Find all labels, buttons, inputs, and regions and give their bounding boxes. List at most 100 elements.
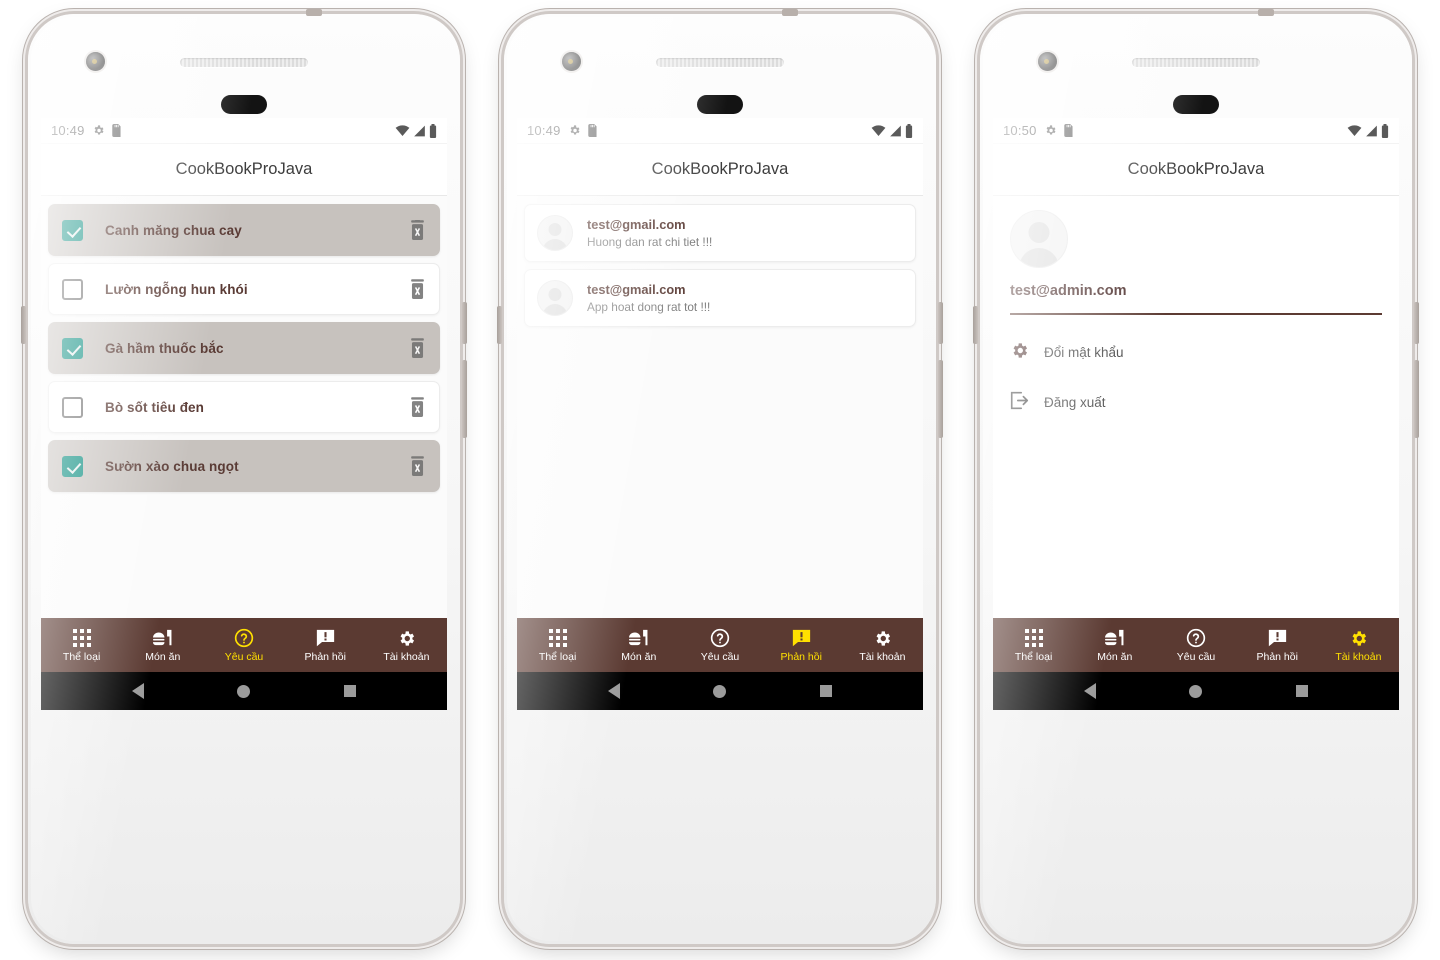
- delete-icon[interactable]: [408, 219, 427, 241]
- recipe-name: Sườn xào chua ngọt: [105, 458, 239, 474]
- status-clock: 10:49: [527, 123, 561, 138]
- back-icon[interactable]: [131, 683, 144, 699]
- recipe-row[interactable]: Gà hầm thuốc bắc: [48, 322, 440, 374]
- recents-icon[interactable]: [344, 685, 357, 697]
- home-icon[interactable]: [1189, 684, 1203, 698]
- status-clock: 10:50: [1003, 123, 1037, 138]
- front-camera-icon: [562, 52, 581, 71]
- phone-top-bezel: [28, 14, 460, 118]
- logout-icon: [1010, 391, 1029, 415]
- recipe-row[interactable]: Bò sốt tiêu đen: [48, 381, 440, 433]
- feedback-row[interactable]: test@gmail.com Huong dan rat chi tiet !!…: [524, 204, 916, 262]
- three-phone-mockup: 10:49 CookBookProJava Canh măng chua cay…: [0, 0, 1440, 960]
- nav-label: Phản hồi: [304, 651, 346, 664]
- gear-icon: [1010, 341, 1029, 365]
- app-bar: CookBookProJava: [517, 144, 923, 196]
- delete-icon[interactable]: [408, 396, 427, 418]
- nav-label: Tài khoản: [1335, 651, 1382, 664]
- nav-item-the-loai[interactable]: Thể loại: [41, 618, 122, 672]
- recipe-list: Canh măng chua cay Lườn ngỗng hun khói G…: [41, 196, 447, 492]
- burger-icon: [152, 627, 174, 649]
- sensor-pill: [221, 95, 267, 114]
- nav-item-phan-hoi[interactable]: Phản hồi: [1237, 618, 1318, 672]
- avatar: [1010, 210, 1068, 268]
- recipe-checkbox[interactable]: [62, 219, 83, 241]
- burger-icon: [1104, 627, 1126, 649]
- recents-icon[interactable]: [1296, 685, 1309, 697]
- phone-top-bezel: [504, 14, 936, 118]
- grid-icon: [72, 627, 91, 649]
- app-title: CookBookProJava: [1127, 160, 1265, 178]
- home-icon[interactable]: [713, 684, 727, 698]
- recipe-checkbox[interactable]: [62, 396, 83, 418]
- status-bar: 10:49: [41, 118, 447, 144]
- nav-item-phan-hoi[interactable]: Phản hồi: [761, 618, 842, 672]
- delete-icon[interactable]: [408, 278, 427, 300]
- feedback-row[interactable]: test@gmail.com App hoat dong rat tot !!!: [524, 269, 916, 327]
- phone-device-1: 10:49 CookBookProJava Canh măng chua cay…: [21, 9, 467, 944]
- app-title: CookBookProJava: [651, 160, 789, 178]
- phone-screen-1: 10:49 CookBookProJava Canh măng chua cay…: [41, 118, 447, 710]
- sensor-pill: [697, 95, 743, 114]
- nav-item-mon-an[interactable]: Món ăn: [122, 618, 203, 672]
- delete-icon[interactable]: [408, 337, 427, 359]
- nav-item-yeu-cau[interactable]: Yêu cầu: [679, 618, 760, 672]
- question-circle-icon: [234, 627, 254, 649]
- sd-card-icon: [587, 124, 597, 137]
- front-camera-icon: [1038, 52, 1057, 71]
- recipe-row[interactable]: Lườn ngỗng hun khói: [48, 263, 440, 315]
- battery-icon: [905, 123, 913, 138]
- recipe-row[interactable]: Canh măng chua cay: [48, 204, 440, 256]
- signal-icon: [414, 125, 425, 136]
- avatar: [537, 215, 573, 251]
- account-item-change-password[interactable]: Đổi mật khẩu: [1010, 341, 1382, 365]
- nav-item-mon-an[interactable]: Món ăn: [1074, 618, 1155, 672]
- phone-device-3: 10:50 CookBookProJava test@admin.com Đổi…: [973, 9, 1419, 944]
- nav-item-yeu-cau[interactable]: Yêu cầu: [203, 618, 284, 672]
- delete-icon[interactable]: [408, 455, 427, 477]
- battery-icon: [429, 123, 437, 138]
- phone-device-2: 10:49 CookBookProJava test@gmail.com Huo…: [497, 9, 943, 944]
- nav-item-tai-khoan[interactable]: Tài khoản: [1318, 618, 1399, 672]
- recipe-checkbox[interactable]: [62, 455, 83, 477]
- recipe-row[interactable]: Sườn xào chua ngọt: [48, 440, 440, 492]
- sd-card-icon: [1063, 124, 1073, 137]
- account-item-label: Đổi mật khẩu: [1044, 345, 1124, 360]
- feedback-user: test@gmail.com: [587, 282, 686, 297]
- recents-icon[interactable]: [820, 685, 833, 697]
- message-alert-icon: [792, 627, 811, 649]
- divider: [1010, 313, 1382, 315]
- message-alert-icon: [1268, 627, 1287, 649]
- nav-item-the-loai[interactable]: Thể loại: [993, 618, 1074, 672]
- gear-icon: [1349, 627, 1368, 649]
- earpiece-speaker: [1132, 58, 1260, 67]
- settings-icon: [570, 125, 580, 135]
- home-icon[interactable]: [237, 684, 251, 698]
- power-button: [1414, 360, 1419, 438]
- recipe-checkbox[interactable]: [62, 278, 83, 300]
- feedback-list: test@gmail.com Huong dan rat chi tiet !!…: [517, 196, 923, 327]
- settings-icon: [94, 125, 104, 135]
- recipe-name: Gà hầm thuốc bắc: [105, 340, 224, 356]
- wifi-icon: [395, 124, 410, 136]
- earpiece-speaker: [656, 58, 784, 67]
- bottom-navigation: Thể loại Món ăn Yêu cầu Phản hồi Tài kho…: [517, 618, 923, 672]
- recipe-checkbox[interactable]: [62, 337, 83, 359]
- nav-item-yeu-cau[interactable]: Yêu cầu: [1155, 618, 1236, 672]
- app-bar: CookBookProJava: [41, 144, 447, 196]
- nav-label: Tài khoản: [859, 651, 906, 664]
- wifi-icon: [871, 124, 886, 136]
- battery-icon: [1381, 123, 1389, 138]
- app-title: CookBookProJava: [175, 160, 313, 178]
- nav-item-phan-hoi[interactable]: Phản hồi: [285, 618, 366, 672]
- nav-item-tai-khoan[interactable]: Tài khoản: [842, 618, 923, 672]
- back-icon[interactable]: [1083, 683, 1096, 699]
- account-item-logout[interactable]: Đăng xuất: [1010, 391, 1382, 415]
- nav-item-tai-khoan[interactable]: Tài khoản: [366, 618, 447, 672]
- side-button-left: [973, 306, 978, 344]
- system-navigation-bar: [517, 672, 923, 710]
- nav-item-mon-an[interactable]: Món ăn: [598, 618, 679, 672]
- back-icon[interactable]: [607, 683, 620, 699]
- nav-item-the-loai[interactable]: Thể loại: [517, 618, 598, 672]
- sensor-pill: [1173, 95, 1219, 114]
